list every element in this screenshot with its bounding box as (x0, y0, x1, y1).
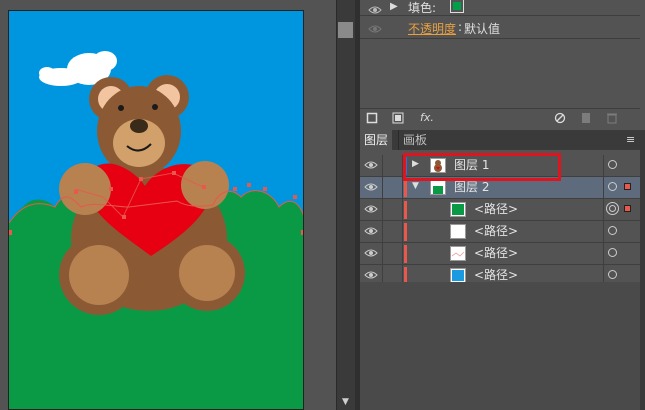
eye-icon[interactable] (364, 248, 378, 258)
target-circle-icon[interactable] (608, 248, 617, 257)
layer-color-bar (404, 223, 407, 241)
tab-artboards[interactable]: 画板 (398, 130, 431, 150)
target-circle-icon[interactable] (608, 160, 617, 169)
eye-icon[interactable] (364, 204, 378, 214)
expand-down-icon[interactable]: ▼ (412, 181, 419, 191)
eye-icon[interactable] (364, 182, 378, 192)
tab-layers[interactable]: 图层 (360, 130, 393, 150)
panel-right-edge (640, 130, 645, 410)
path-thumbnail (450, 202, 466, 217)
path-row[interactable]: <路径> (360, 243, 640, 265)
left-paw (59, 163, 111, 215)
add-stroke-icon[interactable] (366, 112, 378, 124)
eye-icon[interactable] (364, 270, 378, 280)
visibility-toggle[interactable] (360, 221, 383, 242)
column-divider (603, 155, 604, 176)
column-divider (603, 177, 604, 198)
eye-icon[interactable] (368, 4, 382, 14)
selection-indicator[interactable] (624, 183, 631, 190)
lock-toggle[interactable] (382, 221, 403, 242)
opacity-value: 默认值 (464, 22, 501, 36)
path-thumbnail (450, 224, 466, 239)
clear-appearance-icon[interactable] (554, 112, 566, 124)
add-effect-button[interactable]: fx. (416, 112, 438, 124)
layer-color-bar (404, 179, 407, 197)
canvas-vertical-scrollbar[interactable] (336, 0, 355, 410)
eye-icon[interactable] (368, 23, 382, 33)
appearance-fill-row[interactable]: ▶ 填色: (360, 0, 640, 16)
eye-icon[interactable] (364, 226, 378, 236)
path-thumbnail (450, 268, 466, 283)
path-row[interactable]: <路径> (360, 221, 640, 243)
lock-toggle[interactable] (382, 155, 403, 176)
opacity-separator: : (458, 20, 463, 34)
column-divider (603, 199, 604, 220)
fill-swatch[interactable] (450, 0, 464, 13)
fill-label: 填色: (408, 1, 437, 15)
scrollbar-thumb[interactable] (338, 22, 353, 38)
eye-icon[interactable] (364, 160, 378, 170)
duplicate-item-icon[interactable] (580, 112, 592, 124)
target-circle-icon[interactable] (608, 270, 617, 279)
opacity-link[interactable]: 不透明度 (408, 20, 456, 37)
fill-color-chip (453, 2, 461, 10)
visibility-toggle[interactable] (360, 155, 383, 176)
path-thumbnail (450, 246, 466, 261)
expand-right-icon[interactable]: ▶ (390, 1, 398, 12)
visibility-toggle[interactable] (360, 199, 383, 220)
column-divider (603, 243, 604, 264)
appearance-opacity-row[interactable]: 不透明度 : 默认值 (360, 17, 640, 39)
layer-thumbnail (430, 180, 446, 195)
target-circle-icon[interactable] (608, 226, 617, 235)
scroll-down-arrow-icon[interactable]: ▼ (338, 396, 353, 408)
teddy-bear-artwork (9, 51, 303, 409)
target-circle-selected-icon[interactable] (606, 202, 619, 215)
lock-toggle[interactable] (382, 199, 403, 220)
path-name[interactable]: <路径> (474, 199, 518, 220)
path-name[interactable]: <路径> (474, 243, 518, 264)
column-divider (603, 221, 604, 242)
add-fill-icon[interactable] (392, 112, 404, 124)
trash-icon[interactable] (606, 112, 618, 124)
highlight-box (403, 153, 561, 181)
layers-panel-tabbar: 图层 画板 ≡ (360, 130, 645, 150)
lock-toggle[interactable] (382, 177, 403, 198)
layer-color-bar (404, 245, 407, 263)
layers-empty-area (360, 282, 640, 410)
visibility-toggle[interactable] (360, 177, 383, 198)
layer-color-bar (404, 201, 407, 219)
selection-indicator[interactable] (624, 205, 631, 212)
path-row[interactable]: <路径> (360, 199, 640, 221)
panel-menu-icon[interactable]: ≡ (622, 130, 639, 150)
lock-toggle[interactable] (382, 243, 403, 264)
artboard[interactable] (8, 10, 304, 410)
target-circle-icon[interactable] (608, 182, 617, 191)
path-name[interactable]: <路径> (474, 221, 518, 242)
appearance-toolbar: fx. (360, 108, 640, 129)
visibility-toggle[interactable] (360, 243, 383, 264)
